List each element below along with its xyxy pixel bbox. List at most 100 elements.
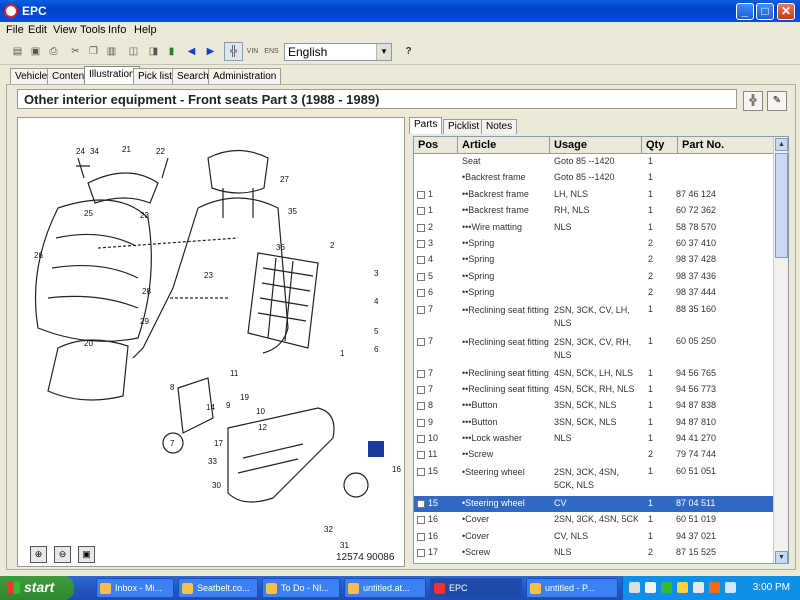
row-checkbox[interactable] bbox=[417, 385, 425, 394]
table-row[interactable]: 11 ••Screw 2 79 74 744 bbox=[414, 447, 774, 463]
copy-icon[interactable]: ❐ bbox=[84, 42, 103, 61]
scroll-thumb[interactable] bbox=[775, 153, 788, 258]
menu-file[interactable]: File bbox=[6, 24, 24, 36]
menu-tools[interactable]: Tools bbox=[80, 24, 106, 36]
zoom-in-icon[interactable]: ⊕ bbox=[30, 546, 47, 563]
table-row[interactable]: 7 ••Reclining seat fitting 4SN, 5CK, LH, N… bbox=[414, 366, 774, 382]
row-checkbox[interactable] bbox=[417, 256, 425, 265]
first-page-icon[interactable]: ▮ bbox=[162, 42, 181, 61]
scroll-up-icon[interactable]: ▲ bbox=[775, 138, 788, 151]
header-pos[interactable]: Pos bbox=[414, 137, 458, 154]
tab-picklist[interactable]: Picklist bbox=[443, 119, 485, 134]
row-checkbox[interactable] bbox=[417, 337, 425, 346]
row-checkbox[interactable] bbox=[417, 369, 425, 378]
header-article[interactable]: Article bbox=[458, 137, 550, 154]
picklist-icon[interactable]: ╬ bbox=[224, 42, 243, 61]
tray-icon[interactable] bbox=[693, 582, 704, 593]
row-checkbox[interactable] bbox=[417, 305, 425, 314]
row-checkbox[interactable] bbox=[417, 549, 425, 558]
table-row[interactable]: 17 •Screw NLS 2 87 15 525 bbox=[414, 545, 774, 561]
menu-help[interactable]: Help bbox=[134, 24, 157, 36]
vertical-scrollbar[interactable]: ▲ ▼ bbox=[773, 137, 788, 563]
table-row[interactable]: 7 ••Reclining seat fitting 2SN, 3CK, CV, R… bbox=[414, 334, 774, 366]
row-checkbox[interactable] bbox=[417, 207, 425, 216]
table-row[interactable]: 2 •••Wire matting NLS 1 58 78 570 bbox=[414, 220, 774, 236]
table-row[interactable]: 1 ••Backrest frame LH, NLS 1 87 46 124 bbox=[414, 187, 774, 203]
table-row[interactable]: 7 ••Reclining seat fitting 4SN, 5CK, RH, N… bbox=[414, 382, 774, 398]
table-row[interactable]: 16 •Cover 2SN, 3CK, 4SN, 5CK 1 60 51 019 bbox=[414, 512, 774, 528]
tray-icon[interactable] bbox=[677, 582, 688, 593]
maximize-button[interactable]: □ bbox=[756, 3, 774, 20]
table-row[interactable]: Seat Goto 85 --1420 1 bbox=[414, 154, 774, 170]
tab-parts[interactable]: Parts bbox=[409, 117, 443, 134]
row-checkbox[interactable] bbox=[417, 435, 425, 444]
header-usage[interactable]: Usage bbox=[550, 137, 642, 154]
save-icon[interactable]: ▣ bbox=[26, 42, 45, 61]
language-select[interactable]: English ▼ bbox=[284, 43, 392, 61]
row-checkbox[interactable] bbox=[417, 499, 425, 508]
forward-arrow-icon[interactable]: ▶ bbox=[201, 42, 220, 61]
row-checkbox[interactable] bbox=[417, 402, 425, 411]
open-folder-icon[interactable]: ▤ bbox=[8, 42, 27, 61]
close-button[interactable]: ✕ bbox=[777, 3, 795, 20]
header-qty[interactable]: Qty bbox=[642, 137, 678, 154]
menu-view[interactable]: View bbox=[53, 24, 77, 36]
cut-icon[interactable]: ✂ bbox=[66, 42, 85, 61]
table-row[interactable]: 7 ••Reclining seat fitting 2SN, 3CK, CV, L… bbox=[414, 302, 774, 334]
row-checkbox[interactable] bbox=[417, 223, 425, 232]
table-row[interactable]: 3 ••Spring 2 60 37 410 bbox=[414, 236, 774, 252]
header-part-no[interactable]: Part No. bbox=[678, 137, 774, 154]
task-seatbelt[interactable]: Seatbelt.co... bbox=[178, 578, 258, 598]
page-next-icon[interactable]: ◨ bbox=[144, 42, 163, 61]
row-checkbox[interactable] bbox=[417, 289, 425, 298]
task-untitled-at[interactable]: untitled.at... bbox=[344, 578, 426, 598]
tab-pick-list[interactable]: Pick list bbox=[133, 68, 177, 84]
scroll-down-icon[interactable]: ▼ bbox=[775, 551, 788, 563]
table-row[interactable]: 18 •Washer NLS 294 78 056 bbox=[414, 561, 774, 563]
table-row[interactable]: 4 ••Spring 2 98 37 428 bbox=[414, 252, 774, 268]
row-checkbox[interactable] bbox=[417, 516, 425, 525]
task-epc[interactable]: EPC bbox=[430, 578, 522, 598]
zoom-fit-icon[interactable]: ▣ bbox=[78, 546, 95, 563]
tab-notes[interactable]: Notes bbox=[481, 119, 518, 134]
row-checkbox[interactable] bbox=[417, 272, 425, 281]
ens-button[interactable]: ENS bbox=[262, 42, 281, 61]
table-row[interactable]: 15 •Steering wheel CV 1 87 04 511 bbox=[414, 495, 774, 513]
tab-administration[interactable]: Administration bbox=[208, 68, 282, 84]
table-row[interactable]: 10 •••Lock washer NLS 1 94 41 270 bbox=[414, 431, 774, 447]
tab-vehicle[interactable]: Vehicle bbox=[10, 68, 53, 84]
parts-grid[interactable]: Pos Article Usage Qty Part No. Seat Goto … bbox=[413, 136, 789, 564]
row-checkbox[interactable] bbox=[417, 190, 425, 199]
menu-info[interactable]: Info bbox=[108, 24, 126, 36]
illustration-panel[interactable]: 24 34 21 22 25 23 26 35 2 27 23 36 3 4 2… bbox=[17, 117, 405, 567]
tray-icon[interactable] bbox=[709, 582, 720, 593]
menu-edit[interactable]: Edit bbox=[28, 24, 47, 36]
table-row[interactable]: 9 •••Button 3SN, 5CK, NLS 1 94 87 810 bbox=[414, 415, 774, 431]
tray-icon[interactable] bbox=[629, 582, 640, 593]
paste-icon[interactable]: ▥ bbox=[102, 42, 121, 61]
task-todo[interactable]: To Do - NI... bbox=[262, 578, 340, 598]
chevron-down-icon[interactable]: ▼ bbox=[376, 44, 391, 60]
add-to-picklist-icon[interactable]: ╬ bbox=[743, 91, 763, 111]
row-checkbox[interactable] bbox=[417, 532, 425, 541]
tray-icon[interactable] bbox=[661, 582, 672, 593]
row-checkbox[interactable] bbox=[417, 467, 425, 476]
row-checkbox[interactable] bbox=[417, 239, 425, 248]
start-button[interactable]: start bbox=[0, 576, 74, 600]
note-edit-icon[interactable]: ✎ bbox=[767, 91, 787, 111]
page-prev-icon[interactable]: ◫ bbox=[124, 42, 143, 61]
row-checkbox[interactable] bbox=[417, 451, 425, 460]
table-row[interactable]: 5 ••Spring 2 98 37 436 bbox=[414, 269, 774, 285]
help-button[interactable]: ? bbox=[399, 42, 418, 61]
zoom-out-icon[interactable]: ⊖ bbox=[54, 546, 71, 563]
tray-icon[interactable] bbox=[725, 582, 736, 593]
print-icon[interactable]: ⎙ bbox=[44, 42, 63, 61]
minimize-button[interactable]: _ bbox=[736, 3, 754, 20]
tab-illustration[interactable]: Illustration bbox=[84, 66, 140, 84]
task-paint[interactable]: untitled - P... bbox=[526, 578, 618, 598]
table-row[interactable]: 8 •••Button 3SN, 5CK, NLS 1 94 87 838 bbox=[414, 398, 774, 414]
back-arrow-icon[interactable]: ◀ bbox=[182, 42, 201, 61]
table-row[interactable]: 16 •Cover CV, NLS 1 94 37 021 bbox=[414, 529, 774, 545]
table-row[interactable]: 1 ••Backrest frame RH, NLS 1 60 72 362 bbox=[414, 203, 774, 219]
tray-icon[interactable] bbox=[645, 582, 656, 593]
